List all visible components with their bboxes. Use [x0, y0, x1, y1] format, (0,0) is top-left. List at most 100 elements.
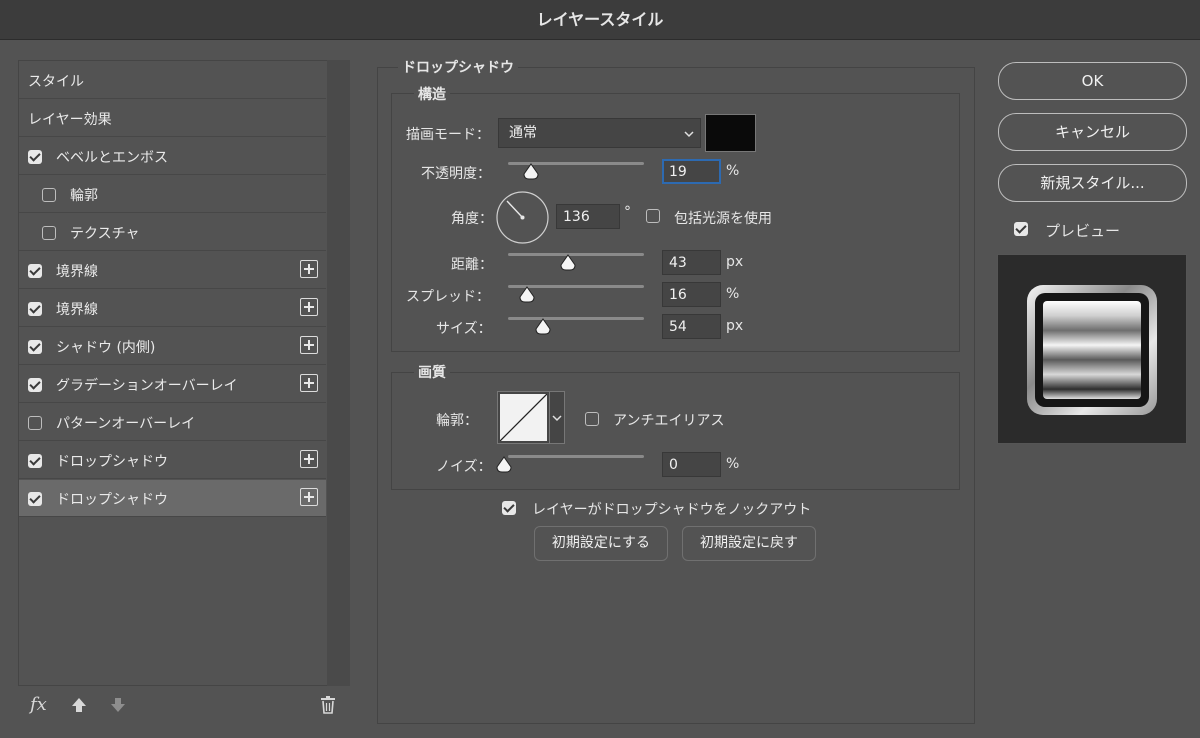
- add-effect-icon[interactable]: [300, 450, 318, 468]
- distance-label: 距離：: [451, 257, 493, 273]
- trash-icon[interactable]: [319, 695, 337, 715]
- add-effect-icon[interactable]: [300, 260, 318, 278]
- effect-label: グラデーションオーバーレイ: [56, 378, 238, 394]
- window-title: レイヤースタイル: [0, 0, 1200, 40]
- antialias-label: アンチエイリアス: [613, 413, 725, 429]
- opacity-input[interactable]: 19: [662, 159, 721, 184]
- add-effect-icon[interactable]: [300, 374, 318, 392]
- add-effect-icon[interactable]: [300, 488, 318, 506]
- add-effect-icon[interactable]: [300, 298, 318, 316]
- effect-label: レイヤー効果: [28, 112, 112, 128]
- opacity-slider-thumb[interactable]: [522, 163, 540, 180]
- spread-slider-thumb[interactable]: [518, 286, 536, 303]
- effect-item[interactable]: 境界線: [19, 290, 326, 327]
- effect-item[interactable]: テクスチャ: [19, 214, 326, 251]
- effect-label: ドロップシャドウ: [56, 454, 168, 470]
- reset-default-button[interactable]: 初期設定に戻す: [682, 526, 816, 561]
- structure-title: 構造: [414, 84, 450, 104]
- effect-label: ベベルとエンボス: [56, 150, 168, 166]
- cancel-button[interactable]: キャンセル: [998, 113, 1187, 151]
- spread-label: スプレッド：: [406, 289, 490, 305]
- distance-input[interactable]: 43: [662, 250, 721, 275]
- ok-button[interactable]: OK: [998, 62, 1187, 100]
- quality-title: 画質: [414, 362, 450, 382]
- size-label: サイズ：: [436, 321, 492, 337]
- contour-picker[interactable]: [497, 391, 565, 444]
- effect-label: ドロップシャドウ: [56, 492, 168, 508]
- noise-label: ノイズ：: [436, 459, 492, 475]
- effect-item[interactable]: レイヤー効果: [19, 100, 326, 137]
- noise-slider-track[interactable]: [508, 455, 644, 458]
- section-title: ドロップシャドウ: [398, 57, 518, 77]
- size-slider-track[interactable]: [508, 317, 644, 320]
- size-unit: px: [726, 318, 744, 334]
- fx-menu-button[interactable]: fx: [30, 694, 47, 715]
- contour-preview: [500, 394, 547, 441]
- effect-item[interactable]: シャドウ (内側): [19, 328, 326, 365]
- contour-label: 輪郭：: [436, 413, 478, 429]
- make-default-button[interactable]: 初期設定にする: [534, 526, 668, 561]
- move-up-icon[interactable]: [70, 696, 88, 714]
- effects-list-toolbar: fx: [18, 686, 350, 726]
- angle-input[interactable]: 136: [556, 204, 620, 229]
- size-slider-thumb[interactable]: [534, 318, 552, 335]
- blend-mode-select[interactable]: 通常: [498, 118, 701, 148]
- add-effect-icon[interactable]: [300, 336, 318, 354]
- noise-slider-thumb[interactable]: [495, 456, 513, 473]
- effect-label: テクスチャ: [70, 226, 140, 242]
- effect-label: シャドウ (内側): [56, 340, 156, 356]
- effects-list-scrollbar[interactable]: [327, 60, 350, 686]
- effect-checkbox[interactable]: [28, 378, 42, 392]
- effect-item[interactable]: ドロップシャドウ: [19, 442, 326, 479]
- effect-item[interactable]: スタイル: [19, 62, 326, 99]
- chevron-down-icon: [552, 415, 562, 422]
- new-style-button[interactable]: 新規スタイル...: [998, 164, 1187, 202]
- angle-label: 角度：: [451, 211, 493, 227]
- effect-label: パターンオーバーレイ: [56, 416, 196, 432]
- angle-unit: °: [624, 204, 631, 220]
- effect-checkbox[interactable]: [28, 302, 42, 316]
- noise-unit: %: [726, 456, 740, 472]
- shadow-color-swatch[interactable]: [705, 114, 756, 152]
- chevron-down-icon: [684, 131, 694, 138]
- effect-item[interactable]: ベベルとエンボス: [19, 138, 326, 175]
- effect-checkbox[interactable]: [28, 492, 42, 506]
- effect-checkbox[interactable]: [28, 150, 42, 164]
- effect-label: スタイル: [28, 74, 84, 90]
- effect-label: 輪郭: [70, 188, 98, 204]
- global-light-checkbox[interactable]: [646, 209, 660, 223]
- effect-checkbox[interactable]: [28, 454, 42, 468]
- effect-checkbox[interactable]: [28, 264, 42, 278]
- preview-swatch: [1027, 285, 1157, 415]
- spread-unit: %: [726, 286, 740, 302]
- angle-dial[interactable]: [495, 190, 551, 246]
- preview-label: プレビュー: [1045, 222, 1121, 240]
- effect-checkbox[interactable]: [42, 188, 56, 202]
- effect-checkbox[interactable]: [28, 416, 42, 430]
- effect-item[interactable]: パターンオーバーレイ: [19, 404, 326, 441]
- global-light-label: 包括光源を使用: [674, 211, 772, 227]
- blend-mode-value: 通常: [509, 125, 537, 141]
- effect-item[interactable]: グラデーションオーバーレイ: [19, 366, 326, 403]
- opacity-label: 不透明度：: [421, 166, 491, 182]
- antialias-checkbox[interactable]: [585, 412, 599, 426]
- style-preview: [997, 254, 1187, 444]
- move-down-icon[interactable]: [109, 696, 127, 714]
- opacity-unit: %: [726, 163, 740, 179]
- effect-label: 境界線: [56, 302, 98, 318]
- noise-input[interactable]: 0: [662, 452, 721, 477]
- knockout-checkbox[interactable]: [502, 501, 516, 515]
- distance-slider-thumb[interactable]: [559, 254, 577, 271]
- effect-label: 境界線: [56, 264, 98, 280]
- effect-checkbox[interactable]: [28, 340, 42, 354]
- effect-item[interactable]: 境界線: [19, 252, 326, 289]
- preview-checkbox[interactable]: [1014, 222, 1028, 236]
- size-input[interactable]: 54: [662, 314, 721, 339]
- knockout-label: レイヤーがドロップシャドウをノックアウト: [532, 502, 812, 518]
- blend-mode-label: 描画モード：: [406, 127, 490, 143]
- spread-input[interactable]: 16: [662, 282, 721, 307]
- effect-checkbox[interactable]: [42, 226, 56, 240]
- distance-unit: px: [726, 254, 744, 270]
- effect-item[interactable]: 輪郭: [19, 176, 326, 213]
- effect-item[interactable]: ドロップシャドウ: [19, 480, 326, 517]
